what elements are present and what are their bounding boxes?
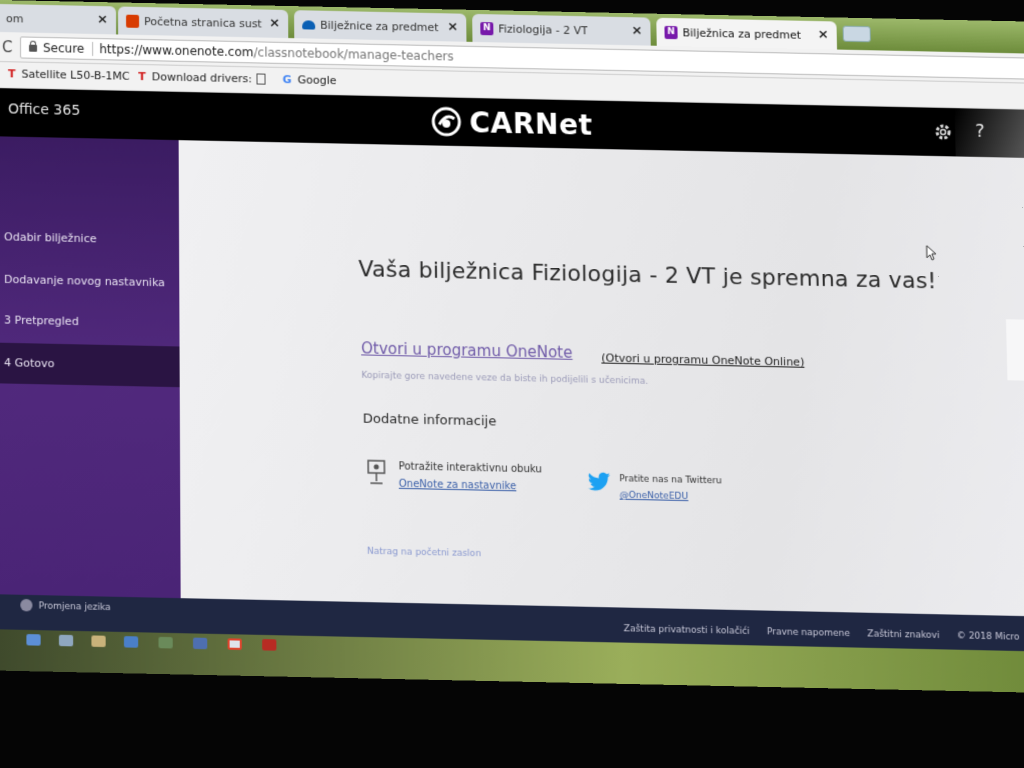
onenote-edu-twitter-link[interactable]: @OneNoteEDU <box>619 490 688 502</box>
onenote-icon: N <box>480 22 494 36</box>
new-tab-button[interactable] <box>842 25 871 43</box>
browser-tab-3[interactable]: N Fiziologija - 2 VT × <box>472 13 651 46</box>
footer-links: Zaštita privatnosti i kolačići Pravne na… <box>624 624 1024 643</box>
monitor-screen: om × Početna stranica sustava × Bilježni… <box>0 0 1024 693</box>
tab-title: Bilježnice za predmete - <box>320 18 439 35</box>
close-icon[interactable]: × <box>818 27 829 42</box>
globe-icon <box>20 598 33 612</box>
url-path: /classnotebook/manage-teachers <box>253 45 454 64</box>
back-to-home-link[interactable]: Natrag na početni zaslon <box>367 547 481 560</box>
browser-tab-active[interactable]: N Bilježnica za predmete u × <box>656 17 838 50</box>
browser-tab-0[interactable]: om × <box>0 3 117 35</box>
tab-title: om <box>6 12 24 26</box>
google-icon: G <box>282 72 292 87</box>
bookmark-page[interactable] <box>256 72 266 85</box>
footer-link-trademarks[interactable]: Zaštitni znakovi <box>867 629 940 641</box>
brand-name: CARNet <box>469 105 593 142</box>
bookmark-download-drivers[interactable]: T Download drivers: <box>138 70 252 85</box>
browser-tab-1[interactable]: Početna stranica sustava × <box>118 6 289 39</box>
taskbar-app-icon[interactable] <box>158 636 173 649</box>
step-odabir-biljeznice[interactable]: Odabir bilježnice <box>0 217 189 261</box>
bookmark-label: Download drivers: <box>151 70 253 86</box>
toshiba-icon: T <box>138 69 146 84</box>
open-in-onenote-online-link[interactable]: (Otvori u programu OneNote Online) <box>601 351 804 369</box>
bookmark-label: Google <box>297 73 337 88</box>
chrome-icon[interactable] <box>227 638 242 650</box>
close-icon[interactable]: × <box>269 16 280 31</box>
page-title: Vaša bilježnica Fiziologija - 2 VT je sp… <box>358 256 937 295</box>
onedrive-icon <box>302 20 316 30</box>
presentation-icon <box>366 458 386 485</box>
folder-icon[interactable] <box>91 635 106 648</box>
step-pretpregled[interactable]: 3 Pretpregled <box>0 300 190 345</box>
copy-links-hint: Kopirajte gore navedene veze da biste ih… <box>361 370 649 387</box>
carnet-brand: CARNet <box>431 103 593 143</box>
reload-icon[interactable]: C <box>2 38 13 56</box>
change-language-label: Promjena jezika <box>38 601 111 614</box>
gear-icon[interactable] <box>933 122 954 143</box>
footer-link-legal[interactable]: Pravne napomene <box>767 627 850 639</box>
browser-tab-2[interactable]: Bilježnice za predmete - × <box>294 10 467 42</box>
onenote-icon: N <box>664 25 678 40</box>
open-in-onenote-link[interactable]: Otvori u programu OneNote <box>361 339 573 362</box>
mouse-cursor-icon <box>926 245 938 261</box>
page-icon <box>256 73 266 85</box>
tab-title: Fiziologija - 2 VT <box>498 22 589 38</box>
lock-icon <box>29 44 38 52</box>
close-icon[interactable]: × <box>631 23 642 38</box>
bookmark-label: Satellite L50-B-1MC <box>21 67 130 83</box>
screen-glare <box>1005 319 1024 381</box>
step-gotovo[interactable]: 4 Gotovo <box>0 342 190 388</box>
training-text: Potražite interaktivnu obuku <box>398 461 542 476</box>
pdf-reader-icon[interactable] <box>262 639 277 651</box>
office-icon <box>126 14 140 28</box>
toshiba-icon: T <box>8 67 16 81</box>
bookmark-google[interactable]: G Google <box>283 73 337 87</box>
taskbar-app-icon[interactable] <box>58 634 74 647</box>
tab-title: Početna stranica sustava <box>144 15 263 31</box>
close-icon[interactable]: × <box>447 19 458 34</box>
start-icon[interactable] <box>26 634 41 646</box>
step-dodavanje-nastavnika[interactable]: Dodavanje novog nastavnika <box>0 260 189 305</box>
main-content: Vaša bilježnica Fiziologija - 2 VT je sp… <box>178 140 1024 617</box>
taskbar-app-icon[interactable] <box>123 636 139 648</box>
bookmark-satellite[interactable]: T Satellite L50-B-1MC <box>8 67 130 83</box>
twitter-text: Pratite nas na Twitteru <box>619 474 722 487</box>
close-icon[interactable]: × <box>97 12 108 27</box>
tab-title: Bilježnica za predmete u <box>682 26 801 42</box>
taskbar-app-icon[interactable] <box>193 637 208 650</box>
screen-glare <box>954 108 1024 158</box>
carnet-logo-icon <box>431 106 461 137</box>
url-host: https://www.onenote.com <box>99 42 254 60</box>
secure-label: Secure <box>43 40 94 56</box>
office365-label[interactable]: Office 365 <box>8 101 80 119</box>
twitter-bird-icon <box>587 472 611 491</box>
footer-copyright: © 2018 Micro <box>956 631 1020 643</box>
training-resource: Potražite interaktivnu obuku OneNote za … <box>366 456 589 502</box>
change-language-button[interactable]: Promjena jezika <box>20 598 111 614</box>
footer-link-privacy[interactable]: Zaštita privatnosti i kolačići <box>624 624 750 637</box>
twitter-resource: Pratite nas na Twitteru @OneNoteEDU <box>587 469 790 514</box>
onenote-for-teachers-link[interactable]: OneNote za nastavnike <box>399 479 517 493</box>
more-info-heading: Dodatne informacije <box>362 411 497 430</box>
